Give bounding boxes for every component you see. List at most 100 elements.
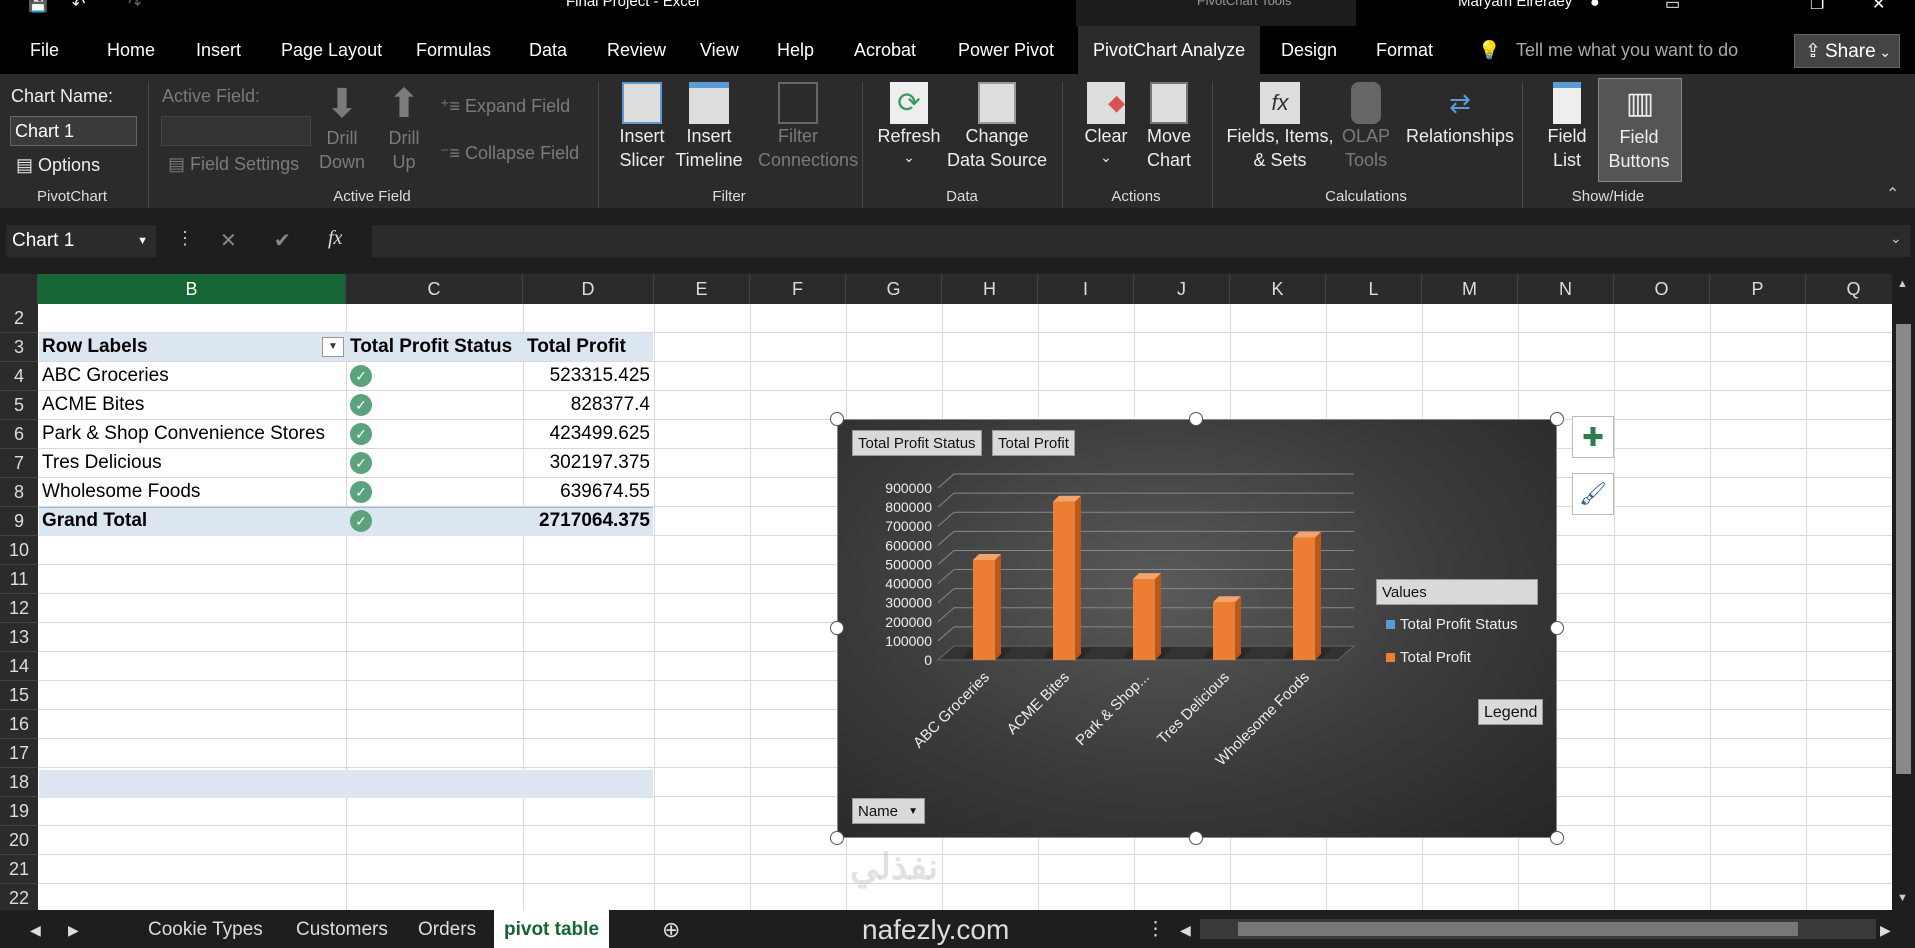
column-header-i[interactable]: I — [1038, 274, 1134, 304]
insert-slicer-button[interactable]: Insert Slicer — [614, 82, 670, 172]
resize-handle[interactable] — [1550, 831, 1564, 845]
move-chart-button[interactable]: Move Chart — [1138, 82, 1200, 172]
pivot-row-label[interactable]: Park & Shop Convenience Stores — [42, 420, 325, 448]
options-button[interactable]: ▤ Options — [16, 155, 100, 176]
resize-handle[interactable] — [830, 412, 844, 426]
row-header[interactable]: 2 — [0, 304, 38, 333]
more-icon[interactable]: ⋮ — [1146, 910, 1165, 948]
column-header-h[interactable]: H — [942, 274, 1038, 304]
sheet-tab-orders[interactable]: Orders — [418, 910, 476, 948]
row-header[interactable]: 22 — [0, 884, 38, 910]
insert-function-button[interactable]: fx — [328, 227, 342, 250]
tab-format[interactable]: Format — [1376, 26, 1433, 74]
resize-handle[interactable] — [1550, 621, 1564, 635]
resize-handle[interactable] — [830, 831, 844, 845]
grand-total-label[interactable]: Grand Total — [42, 507, 147, 535]
sheet-tab-customers[interactable]: Customers — [296, 910, 388, 948]
pivot-row-label[interactable]: ACME Bites — [42, 391, 144, 419]
column-header-p[interactable]: P — [1710, 274, 1806, 304]
column-header-e[interactable]: E — [654, 274, 750, 304]
column-header-k[interactable]: K — [1230, 274, 1326, 304]
resize-handle[interactable] — [830, 621, 844, 635]
grand-total-value[interactable]: 2717064.375 — [523, 507, 650, 535]
pivot-row-value[interactable]: 423499.625 — [523, 420, 650, 448]
tab-page-layout[interactable]: Page Layout — [281, 26, 382, 74]
scroll-down-icon[interactable]: ▼ — [1897, 892, 1908, 904]
tab-file[interactable]: File — [30, 26, 59, 74]
row-header[interactable]: 14 — [0, 652, 38, 681]
tab-insert[interactable]: Insert — [196, 26, 241, 74]
tell-me-search[interactable]: Tell me what you want to do — [1516, 26, 1738, 74]
tab-home[interactable]: Home — [107, 26, 155, 74]
pivot-row-value[interactable]: 523315.425 — [523, 362, 650, 390]
scroll-right-icon[interactable]: ▶ — [1880, 910, 1891, 948]
row-header[interactable]: 10 — [0, 536, 38, 565]
axis-field-button[interactable]: Name ▼ — [852, 798, 926, 824]
undo-icon[interactable]: ↶ — [72, 0, 85, 14]
expand-formula-icon[interactable]: ⌄ — [1890, 230, 1902, 247]
row-header[interactable]: 20 — [0, 826, 38, 855]
pivot-row-value[interactable]: 828377.4 — [523, 391, 650, 419]
restore-icon[interactable]: ❐ — [1810, 0, 1824, 14]
pivot-row-label[interactable]: ABC Groceries — [42, 362, 169, 390]
next-sheet-icon[interactable]: ▶ — [68, 910, 79, 948]
column-header-c[interactable]: C — [346, 274, 523, 304]
add-sheet-icon[interactable]: ⊕ — [662, 910, 680, 948]
sheet-tab-cookie-types[interactable]: Cookie Types — [148, 910, 263, 948]
fields-items-sets-button[interactable]: fx Fields, Items, & Sets — [1224, 82, 1336, 172]
pivot-row-value[interactable]: 639674.55 — [523, 478, 650, 506]
column-header-f[interactable]: F — [750, 274, 846, 304]
column-header-q[interactable]: Q — [1806, 274, 1892, 304]
pivot-row-value[interactable]: 302197.375 — [523, 449, 650, 477]
scroll-up-icon[interactable]: ▲ — [1897, 278, 1908, 290]
share-button[interactable]: ⇪ Share ⌄ — [1794, 34, 1900, 68]
legend-button[interactable]: Legend — [1478, 699, 1544, 725]
row-header[interactable]: 8 — [0, 478, 38, 507]
sheet-tab-pivot-table[interactable]: pivot table — [494, 910, 610, 948]
resize-handle[interactable] — [1550, 412, 1564, 426]
legend-item-status[interactable]: Total Profit Status — [1386, 616, 1518, 633]
tab-acrobat[interactable]: Acrobat — [854, 26, 916, 74]
tab-review[interactable]: Review — [607, 26, 666, 74]
row-header[interactable]: 4 — [0, 362, 38, 391]
row-header[interactable]: 17 — [0, 739, 38, 768]
row-header[interactable]: 15 — [0, 681, 38, 710]
scroll-thumb[interactable] — [1896, 324, 1911, 774]
tab-help[interactable]: Help — [777, 26, 814, 74]
resize-handle[interactable] — [1189, 831, 1203, 845]
tab-data[interactable]: Data — [529, 26, 567, 74]
tab-power-pivot[interactable]: Power Pivot — [958, 26, 1054, 74]
row-header[interactable]: 21 — [0, 855, 38, 884]
name-box[interactable]: Chart 1 ▼ — [6, 225, 156, 257]
pivot-chart[interactable]: 0 100000 200000 300000 400000 500000 600000 700… — [837, 419, 1557, 838]
pivot-row-label[interactable]: Wholesome Foods — [42, 478, 200, 506]
vertical-scrollbar[interactable]: ▲ ▼ — [1892, 274, 1915, 910]
formula-input[interactable] — [372, 225, 1910, 257]
column-header-b[interactable]: B — [38, 274, 346, 304]
refresh-button[interactable]: ⟳ Refresh ⌄ — [876, 82, 942, 166]
row-header[interactable]: 16 — [0, 710, 38, 739]
column-header-l[interactable]: L — [1326, 274, 1422, 304]
column-header-n[interactable]: N — [1518, 274, 1614, 304]
chart-styles-brush-icon[interactable]: 🖌 — [1572, 473, 1614, 515]
resize-handle[interactable] — [1189, 412, 1203, 426]
change-data-source-button[interactable]: Change Data Source — [944, 82, 1050, 172]
prev-sheet-icon[interactable]: ◀ — [30, 910, 41, 948]
column-header-g[interactable]: G — [846, 274, 942, 304]
row-header[interactable]: 11 — [0, 565, 38, 594]
scroll-left-icon[interactable]: ◀ — [1180, 910, 1191, 948]
horizontal-scrollbar[interactable] — [1200, 919, 1876, 939]
redo-icon[interactable]: ↷ — [128, 0, 141, 14]
select-all-corner[interactable] — [0, 274, 38, 304]
ribbon-display-icon[interactable]: ▭ — [1665, 0, 1680, 14]
scroll-thumb[interactable] — [1238, 922, 1798, 936]
relationships-button[interactable]: ⇄ Relationships — [1402, 82, 1518, 148]
field-list-button[interactable]: Field List — [1538, 82, 1596, 172]
pivot-row-label[interactable]: Tres Delicious — [42, 449, 162, 477]
column-header-j[interactable]: J — [1134, 274, 1230, 304]
chart-elements-plus-icon[interactable]: ✚ — [1572, 416, 1614, 458]
tab-pivotchart-analyze[interactable]: PivotChart Analyze — [1078, 26, 1261, 74]
tab-view[interactable]: View — [700, 26, 739, 74]
tab-design[interactable]: Design — [1281, 26, 1337, 74]
chart-name-field[interactable]: Chart 1 — [10, 116, 137, 146]
